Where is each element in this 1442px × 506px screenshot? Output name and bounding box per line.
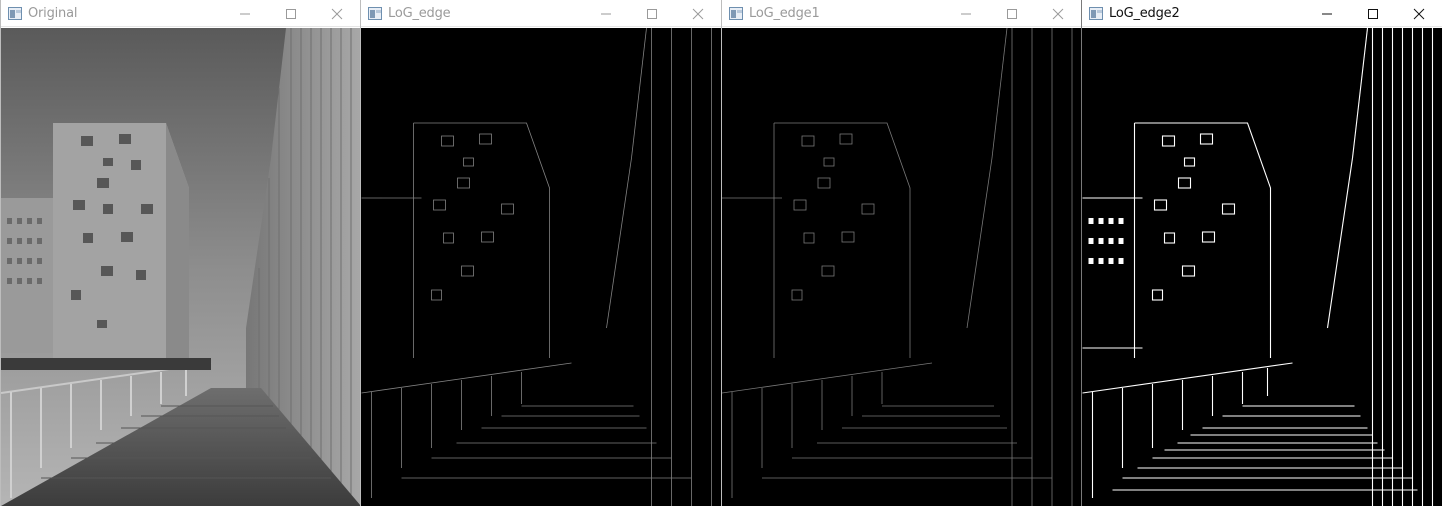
- window-log-edge1[interactable]: LoG_edge1: [721, 0, 1081, 506]
- maximize-button[interactable]: [989, 0, 1035, 27]
- window-title: LoG_edge1: [749, 5, 820, 21]
- window-controls: [943, 0, 1081, 27]
- window-controls: [583, 0, 721, 27]
- image-canvas-original: [1, 28, 360, 506]
- close-button[interactable]: [675, 0, 721, 27]
- window-title: LoG_edge: [388, 5, 451, 21]
- window-title: Original: [28, 5, 78, 21]
- window-app-icon[interactable]: [368, 6, 382, 20]
- original-image: [1, 28, 360, 506]
- titlebar[interactable]: LoG_edge2: [1082, 0, 1442, 27]
- window-original[interactable]: Original: [0, 0, 360, 506]
- window-app-icon[interactable]: [729, 6, 743, 20]
- image-canvas-log-edge1: [722, 28, 1081, 506]
- maximize-icon: [1368, 8, 1378, 19]
- image-canvas-log-edge2: [1082, 28, 1442, 506]
- minimize-icon: [961, 13, 971, 14]
- close-button[interactable]: [1035, 0, 1081, 27]
- close-button[interactable]: [1396, 0, 1442, 27]
- window-controls: [1304, 0, 1442, 27]
- titlebar[interactable]: LoG_edge: [361, 0, 721, 27]
- maximize-button[interactable]: [629, 0, 675, 27]
- minimize-icon: [1322, 13, 1332, 14]
- desktop: Original LoG_edge LoG_edge1 LoG_edge2: [0, 0, 1442, 506]
- close-icon: [1413, 8, 1425, 19]
- maximize-button[interactable]: [1350, 0, 1396, 27]
- close-icon: [692, 8, 704, 19]
- window-title: LoG_edge2: [1109, 5, 1180, 21]
- maximize-icon: [647, 8, 657, 19]
- window-log-edge[interactable]: LoG_edge: [360, 0, 721, 506]
- minimize-button[interactable]: [222, 0, 268, 27]
- minimize-icon: [240, 13, 250, 14]
- window-log-edge2[interactable]: LoG_edge2: [1081, 0, 1442, 506]
- log-edge-image: [361, 28, 721, 506]
- image-canvas-log-edge: [361, 28, 721, 506]
- window-controls: [222, 0, 360, 27]
- log-edge1-image: [722, 28, 1081, 506]
- maximize-icon: [1007, 8, 1017, 19]
- maximize-icon: [286, 8, 296, 19]
- close-icon: [1052, 8, 1064, 19]
- minimize-icon: [601, 13, 611, 14]
- titlebar[interactable]: Original: [1, 0, 360, 27]
- minimize-button[interactable]: [1304, 0, 1350, 27]
- maximize-button[interactable]: [268, 0, 314, 27]
- window-app-icon[interactable]: [8, 6, 22, 20]
- close-icon: [331, 8, 343, 19]
- window-app-icon[interactable]: [1089, 6, 1103, 20]
- minimize-button[interactable]: [583, 0, 629, 27]
- titlebar[interactable]: LoG_edge1: [722, 0, 1081, 27]
- minimize-button[interactable]: [943, 0, 989, 27]
- close-button[interactable]: [314, 0, 360, 27]
- log-edge2-image: [1082, 28, 1442, 506]
